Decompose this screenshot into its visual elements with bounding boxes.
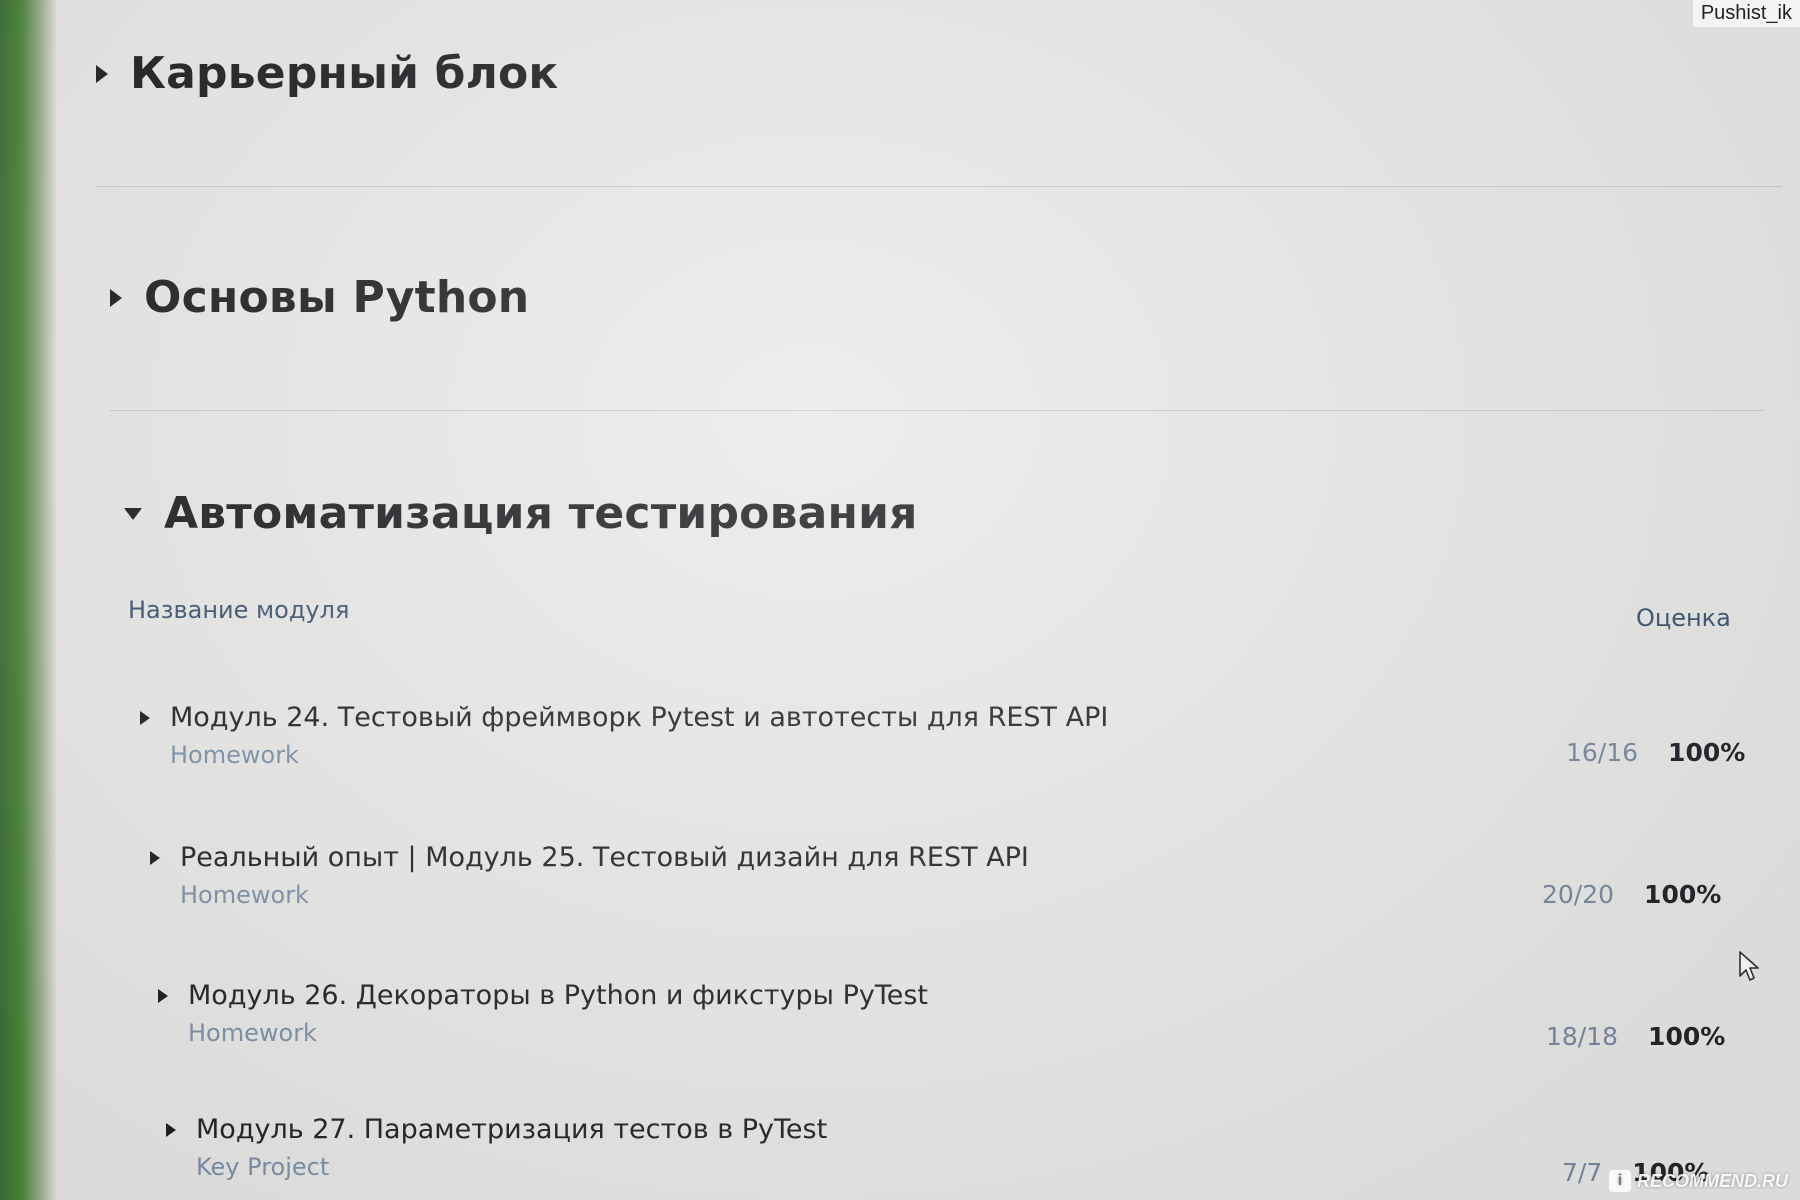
- module-title: Модуль 27. Параметризация тестов в PyTes…: [196, 1114, 828, 1145]
- course-progress-page: Карьерный блок Основы Python Автоматизац…: [96, 0, 1800, 1200]
- triangle-right-icon: [166, 1122, 176, 1137]
- score-count: 7/7: [1562, 1158, 1603, 1187]
- score-count: 20/20: [1542, 880, 1615, 909]
- score-percent: 100%: [1648, 1022, 1726, 1051]
- score-percent: 100%: [1644, 880, 1722, 909]
- module-type: Key Project: [196, 1153, 330, 1181]
- mouse-pointer-icon: [1739, 951, 1759, 981]
- author-watermark: Pushist_ik: [1692, 0, 1800, 27]
- module-title: Модуль 26. Декораторы в Python и фикстур…: [188, 980, 928, 1011]
- module-row[interactable]: Модуль 26. Декораторы в Python и фикстур…: [158, 980, 928, 1047]
- score-percent: 100%: [1668, 738, 1746, 767]
- photo-edge: [0, 0, 56, 1200]
- column-header-module-name: Название модуля: [128, 596, 350, 624]
- section-python-basics[interactable]: Основы Python: [110, 272, 529, 323]
- site-watermark: i RECOMMEND.RU: [1609, 1170, 1788, 1192]
- info-badge-icon: i: [1609, 1170, 1631, 1192]
- score-count: 18/18: [1546, 1022, 1619, 1051]
- divider: [96, 186, 1782, 187]
- triangle-right-icon: [150, 850, 160, 865]
- triangle-right-icon: [140, 710, 150, 725]
- module-score: 16/16 100%: [1566, 738, 1745, 767]
- triangle-down-icon: [124, 507, 142, 520]
- site-watermark-text: RECOMMEND.RU: [1637, 1170, 1788, 1191]
- module-score: 18/18 100%: [1546, 1022, 1725, 1051]
- score-count: 16/16: [1566, 738, 1639, 767]
- section-test-automation[interactable]: Автоматизация тестирования: [124, 488, 918, 539]
- column-header-grade: Оценка: [1636, 604, 1731, 632]
- module-title: Реальный опыт | Модуль 25. Тестовый диза…: [180, 842, 1029, 873]
- section-title: Основы Python: [144, 272, 530, 323]
- section-career[interactable]: Карьерный блок: [96, 48, 559, 99]
- module-type: Homework: [188, 1019, 317, 1047]
- triangle-right-icon: [158, 988, 168, 1003]
- module-row[interactable]: Реальный опыт | Модуль 25. Тестовый диза…: [150, 842, 1029, 909]
- section-title: Автоматизация тестирования: [164, 488, 918, 539]
- section-title: Карьерный блок: [130, 48, 559, 99]
- module-type: Homework: [180, 881, 309, 909]
- module-row[interactable]: Модуль 24. Тестовый фреймворк Pytest и а…: [140, 702, 1108, 769]
- module-score: 20/20 100%: [1542, 880, 1721, 909]
- triangle-right-icon: [110, 288, 122, 307]
- module-type: Homework: [170, 741, 299, 769]
- module-title: Модуль 24. Тестовый фреймворк Pytest и а…: [170, 702, 1109, 733]
- module-row[interactable]: Модуль 27. Параметризация тестов в PyTes…: [166, 1114, 827, 1181]
- triangle-right-icon: [96, 64, 108, 83]
- divider: [110, 410, 1764, 411]
